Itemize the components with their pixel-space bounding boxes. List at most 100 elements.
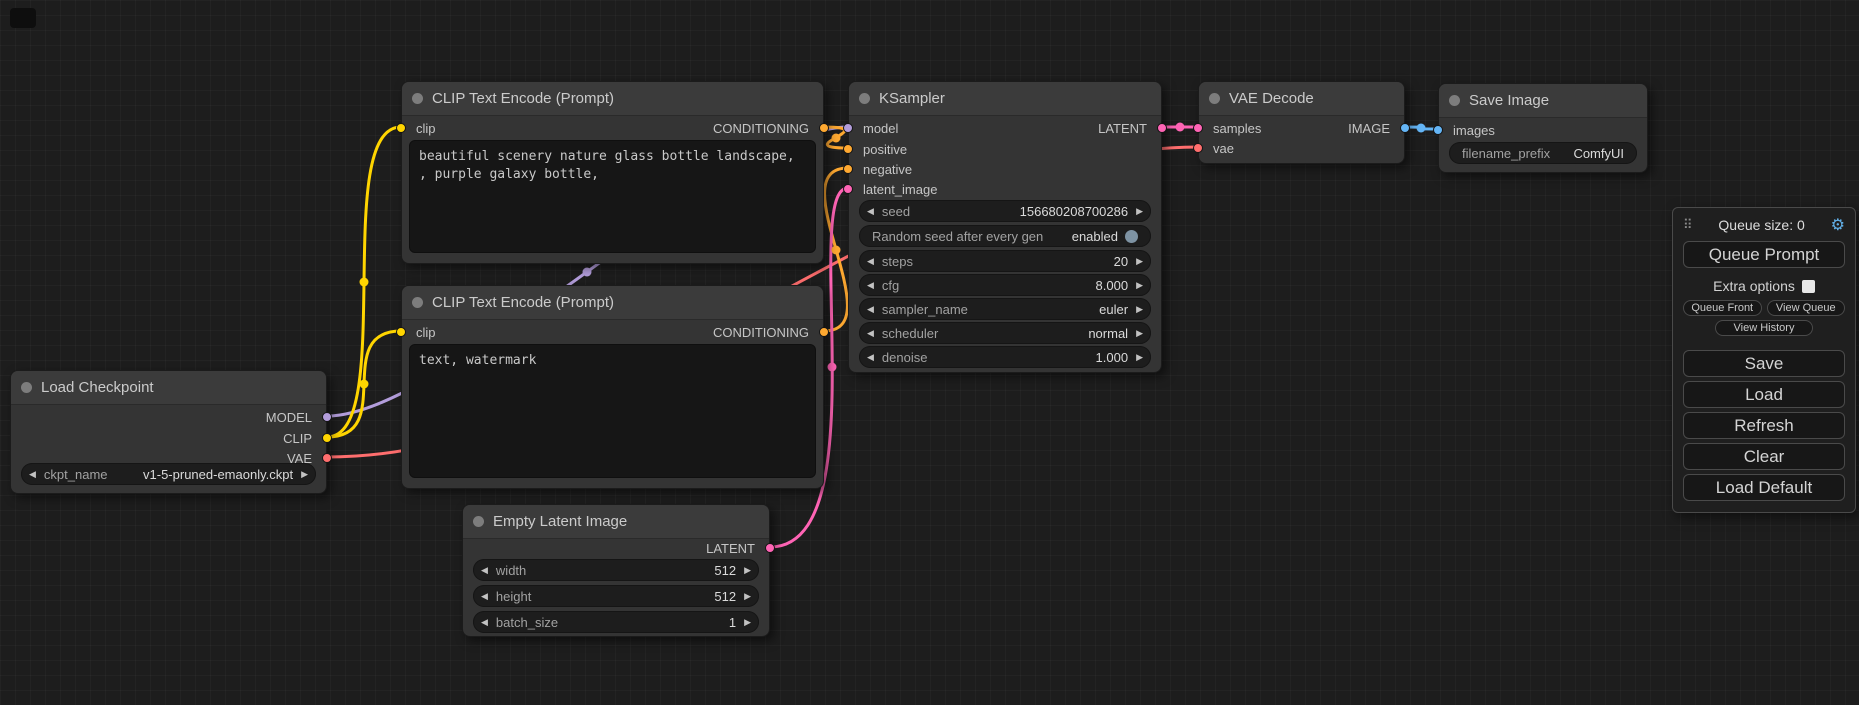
output-slot-conditioning[interactable] — [819, 123, 829, 133]
drag-handle-icon[interactable]: ⠿ — [1683, 217, 1693, 233]
extra-options-label: Extra options — [1713, 278, 1795, 294]
widget-seed[interactable]: ◀ seed 156680208700286 ▶ — [859, 200, 1151, 222]
extra-options-row: Extra options — [1683, 276, 1845, 296]
node-clip-text-encode-positive[interactable]: CLIP Text Encode (Prompt) clip CONDITION… — [401, 81, 824, 264]
arrow-right-icon[interactable]: ▶ — [293, 470, 316, 479]
view-queue-button[interactable]: View Queue — [1767, 300, 1846, 316]
workflow-menu-button[interactable] — [10, 8, 36, 28]
extra-options-checkbox[interactable] — [1802, 280, 1815, 293]
node-title: Load Checkpoint — [41, 379, 154, 396]
link-midpoint-dot — [828, 363, 837, 372]
node-clip-text-encode-negative[interactable]: CLIP Text Encode (Prompt) clip CONDITION… — [401, 285, 824, 489]
widget-batch-size[interactable]: ◀ batch_size 1 ▶ — [473, 611, 759, 633]
node-graph-canvas[interactable]: Load Checkpoint MODEL CLIP VAE ◀ ckpt_na… — [0, 0, 1859, 705]
output-slot-image[interactable] — [1400, 123, 1410, 133]
collapse-dot[interactable] — [21, 382, 32, 393]
widget-value: 8.000 — [1096, 278, 1129, 293]
node-ksampler[interactable]: KSampler model LATENT positive negative … — [848, 81, 1162, 373]
arrow-left-icon[interactable]: ◀ — [859, 257, 882, 266]
input-slot-latent-image[interactable] — [843, 184, 853, 194]
node-title-bar[interactable]: Load Checkpoint — [11, 371, 326, 405]
input-slot-images[interactable] — [1433, 125, 1443, 135]
load-button[interactable]: Load — [1683, 381, 1845, 408]
widget-width[interactable]: ◀ width 512 ▶ — [473, 559, 759, 581]
node-title-bar[interactable]: VAE Decode — [1199, 82, 1404, 116]
arrow-right-icon[interactable]: ▶ — [1128, 281, 1151, 290]
queue-prompt-button[interactable]: Queue Prompt — [1683, 241, 1845, 268]
node-title-bar[interactable]: KSampler — [849, 82, 1161, 116]
widget-random-seed[interactable]: Random seed after every gen enabled — [859, 225, 1151, 247]
node-title-bar[interactable]: Save Image — [1439, 84, 1647, 118]
clear-button[interactable]: Clear — [1683, 443, 1845, 470]
load-default-button[interactable]: Load Default — [1683, 474, 1845, 501]
collapse-dot[interactable] — [1449, 95, 1460, 106]
input-slot-vae[interactable] — [1193, 143, 1203, 153]
widget-sampler-name[interactable]: ◀ sampler_name euler ▶ — [859, 298, 1151, 320]
node-title-bar[interactable]: CLIP Text Encode (Prompt) — [402, 82, 823, 116]
prompt-textarea[interactable]: text, watermark — [409, 344, 816, 478]
arrow-left-icon[interactable]: ◀ — [473, 566, 496, 575]
node-vae-decode[interactable]: VAE Decode samples IMAGE vae — [1198, 81, 1405, 164]
input-slot-clip[interactable] — [396, 327, 406, 337]
prompt-textarea[interactable]: beautiful scenery nature glass bottle la… — [409, 140, 816, 253]
arrow-left-icon[interactable]: ◀ — [21, 470, 44, 479]
node-load-checkpoint[interactable]: Load Checkpoint MODEL CLIP VAE ◀ ckpt_na… — [10, 370, 327, 494]
arrow-right-icon[interactable]: ▶ — [736, 592, 759, 601]
input-label-positive: positive — [863, 142, 907, 157]
save-button[interactable]: Save — [1683, 350, 1845, 377]
toggle-dot[interactable] — [1125, 230, 1138, 243]
arrow-left-icon[interactable]: ◀ — [473, 618, 496, 627]
output-slot-vae[interactable] — [322, 453, 332, 463]
arrow-left-icon[interactable]: ◀ — [859, 281, 882, 290]
node-save-image[interactable]: Save Image images filename_prefix ComfyU… — [1438, 83, 1648, 173]
input-slot-samples[interactable] — [1193, 123, 1203, 133]
output-slot-model[interactable] — [322, 412, 332, 422]
widget-value: enabled — [1072, 229, 1118, 244]
widget-steps[interactable]: ◀ steps 20 ▶ — [859, 250, 1151, 272]
view-history-button[interactable]: View History — [1715, 320, 1814, 336]
arrow-left-icon[interactable]: ◀ — [859, 305, 882, 314]
input-slot-positive[interactable] — [843, 144, 853, 154]
output-slot-conditioning[interactable] — [819, 327, 829, 337]
collapse-dot[interactable] — [1209, 93, 1220, 104]
widget-scheduler[interactable]: ◀ scheduler normal ▶ — [859, 322, 1151, 344]
input-label-negative: negative — [863, 162, 912, 177]
arrow-left-icon[interactable]: ◀ — [859, 207, 882, 216]
widget-ckpt-name[interactable]: ◀ ckpt_name v1-5-pruned-emaonly.ckpt ▶ — [21, 463, 316, 485]
widget-filename-prefix[interactable]: filename_prefix ComfyUI — [1449, 142, 1637, 164]
collapse-dot[interactable] — [859, 93, 870, 104]
widget-cfg[interactable]: ◀ cfg 8.000 ▶ — [859, 274, 1151, 296]
widget-label: width — [496, 563, 526, 578]
widget-height[interactable]: ◀ height 512 ▶ — [473, 585, 759, 607]
slot-row: LATENT — [463, 539, 769, 557]
arrow-right-icon[interactable]: ▶ — [736, 566, 759, 575]
gear-icon[interactable]: ⚙ — [1831, 215, 1845, 235]
arrow-left-icon[interactable]: ◀ — [859, 353, 882, 362]
arrow-right-icon[interactable]: ▶ — [1128, 257, 1151, 266]
input-slot-model[interactable] — [843, 123, 853, 133]
node-title-bar[interactable]: CLIP Text Encode (Prompt) — [402, 286, 823, 320]
node-title-bar[interactable]: Empty Latent Image — [463, 505, 769, 539]
arrow-left-icon[interactable]: ◀ — [473, 592, 496, 601]
input-slot-clip[interactable] — [396, 123, 406, 133]
arrow-right-icon[interactable]: ▶ — [736, 618, 759, 627]
widget-label: seed — [882, 204, 910, 219]
input-slot-negative[interactable] — [843, 164, 853, 174]
arrow-right-icon[interactable]: ▶ — [1128, 353, 1151, 362]
collapse-dot[interactable] — [473, 516, 484, 527]
collapse-dot[interactable] — [412, 297, 423, 308]
output-slot-clip[interactable] — [322, 433, 332, 443]
output-label-image: IMAGE — [1348, 121, 1390, 136]
collapse-dot[interactable] — [412, 93, 423, 104]
arrow-left-icon[interactable]: ◀ — [859, 329, 882, 338]
output-slot-latent[interactable] — [1157, 123, 1167, 133]
queue-front-button[interactable]: Queue Front — [1683, 300, 1762, 316]
node-empty-latent-image[interactable]: Empty Latent Image LATENT ◀ width 512 ▶ … — [462, 504, 770, 637]
arrow-right-icon[interactable]: ▶ — [1128, 207, 1151, 216]
widget-denoise[interactable]: ◀ denoise 1.000 ▶ — [859, 346, 1151, 368]
output-slot-latent[interactable] — [765, 543, 775, 553]
arrow-right-icon[interactable]: ▶ — [1128, 305, 1151, 314]
arrow-right-icon[interactable]: ▶ — [1128, 329, 1151, 338]
slot-row: samples IMAGE — [1199, 118, 1404, 138]
refresh-button[interactable]: Refresh — [1683, 412, 1845, 439]
